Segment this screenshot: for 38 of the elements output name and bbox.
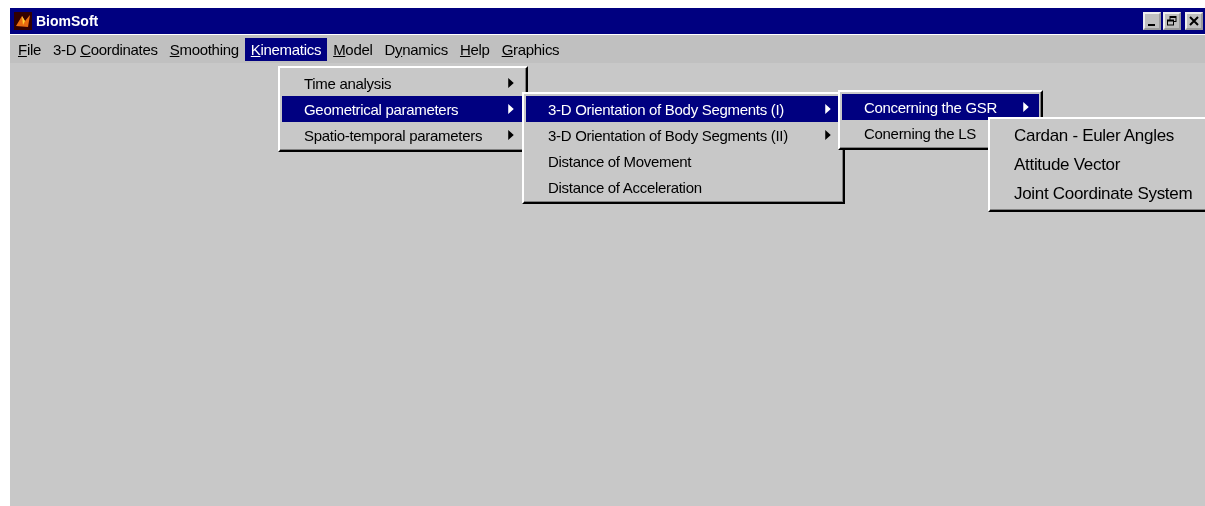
menu-item-label: Distance of Acceleration bbox=[548, 178, 703, 196]
menu-item-label: Concerning the GSR bbox=[864, 98, 998, 116]
menu-item-label: 3-D Orientation of Body Segments (I) bbox=[548, 100, 785, 118]
minimize-button[interactable] bbox=[1143, 12, 1161, 30]
menu-item-label: Joint Coordinate System bbox=[1014, 183, 1194, 204]
menu-item[interactable]: Attitude Vector bbox=[992, 150, 1205, 179]
restore-icon bbox=[1167, 16, 1177, 26]
menu-bar-item[interactable]: Kinematics bbox=[244, 37, 328, 61]
window-title: BiomSoft bbox=[36, 13, 100, 29]
menu-item-label: Cardan - Euler Angles bbox=[1014, 125, 1175, 146]
menu-item-label: 3-D Orientation of Body Segments (II) bbox=[548, 126, 789, 144]
menu-item-label: Attitude Vector bbox=[1014, 154, 1122, 175]
menu-item[interactable]: Joint Coordinate System bbox=[992, 179, 1205, 208]
menu-bar-item[interactable]: Help bbox=[454, 37, 496, 61]
close-icon bbox=[1189, 16, 1199, 26]
menu-item-label: Time analysis bbox=[304, 74, 393, 92]
menu-item[interactable]: Distance of Movement bbox=[526, 148, 841, 174]
menu-item-label: Geometrical parameters bbox=[304, 100, 460, 118]
menu-item[interactable]: Spatio-temporal parameters bbox=[282, 122, 524, 148]
menu-item[interactable]: Distance of Acceleration bbox=[526, 174, 841, 200]
menu-bar-item[interactable]: Model bbox=[327, 37, 379, 61]
menu-item[interactable]: 3-D Orientation of Body Segments (I) bbox=[526, 96, 841, 122]
menu-item[interactable]: Time analysis bbox=[282, 70, 524, 96]
restore-button[interactable] bbox=[1163, 12, 1181, 30]
menu-bar-item[interactable]: Dynamics bbox=[378, 37, 454, 61]
close-button[interactable] bbox=[1185, 12, 1203, 30]
menu-item[interactable]: Geometrical parameters bbox=[282, 96, 524, 122]
app-icon bbox=[14, 12, 32, 30]
menu-item-label: Spatio-temporal parameters bbox=[304, 126, 484, 144]
menu-item[interactable]: 3-D Orientation of Body Segments (II) bbox=[526, 122, 841, 148]
menu-item-label: Distance of Movement bbox=[548, 152, 693, 170]
minimize-icon bbox=[1147, 23, 1155, 26]
menu-bar-item[interactable]: 3-D Coordinates bbox=[47, 37, 164, 61]
menu-item[interactable]: Concerning the GSR bbox=[842, 94, 1039, 120]
menu-bar-item[interactable]: Smoothing bbox=[163, 37, 245, 61]
menu-bar-item[interactable]: Graphics bbox=[495, 37, 566, 61]
menu-bar-item[interactable]: File bbox=[12, 37, 47, 61]
menu-item[interactable]: Cardan - Euler Angles bbox=[992, 121, 1205, 150]
